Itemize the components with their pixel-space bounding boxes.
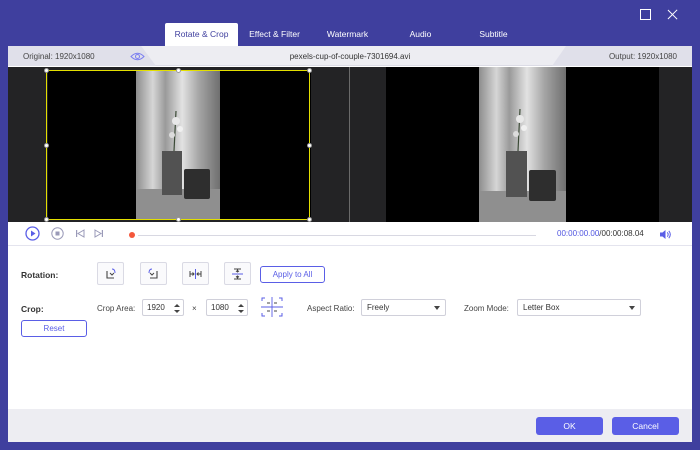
tab-audio[interactable]: Audio bbox=[384, 23, 457, 46]
crop-selection-box[interactable] bbox=[44, 68, 312, 222]
crop-label: Crop: bbox=[21, 304, 44, 314]
flip-horizontal-button[interactable] bbox=[182, 262, 209, 285]
volume-icon[interactable] bbox=[659, 229, 672, 240]
next-frame-icon[interactable] bbox=[94, 229, 104, 238]
rotate-left-icon bbox=[106, 268, 116, 279]
crop-width-value: 1920 bbox=[147, 303, 165, 312]
chevron-down-icon bbox=[629, 306, 635, 310]
tab-subtitle[interactable]: Subtitle bbox=[457, 23, 530, 46]
output-preview bbox=[386, 67, 659, 222]
crop-handle-top[interactable] bbox=[176, 68, 181, 73]
zoom-mode-value: Letter Box bbox=[523, 303, 560, 312]
video-preview-area bbox=[8, 67, 692, 222]
rotation-label: Rotation: bbox=[21, 270, 59, 280]
aspect-ratio-select[interactable]: Freely bbox=[361, 299, 446, 316]
stop-icon[interactable] bbox=[51, 227, 64, 240]
maximize-icon[interactable] bbox=[640, 9, 651, 20]
times-symbol: × bbox=[192, 304, 197, 313]
crop-handle-left[interactable] bbox=[44, 143, 49, 148]
crop-handle-top-left[interactable] bbox=[44, 68, 49, 73]
apply-to-all-button[interactable]: Apply to All bbox=[260, 266, 325, 283]
rotate-left-button[interactable] bbox=[97, 262, 124, 285]
flip-vertical-button[interactable] bbox=[224, 262, 251, 285]
file-name: pexels-cup-of-couple-7301694.avi bbox=[289, 52, 411, 61]
output-resolution: Output: 1920x1080 bbox=[608, 52, 677, 61]
tab-rotate-crop[interactable]: Rotate & Crop bbox=[165, 23, 238, 46]
reset-button[interactable]: Reset bbox=[21, 320, 87, 337]
playback-controls: 00:00:00.00/00:00:08.04 bbox=[8, 222, 692, 246]
progress-handle[interactable] bbox=[129, 232, 135, 238]
dialog-footer: OK Cancel bbox=[8, 409, 692, 442]
aspect-ratio-value: Freely bbox=[367, 303, 390, 312]
preview-header: Original: 1920x1080 pexels-cup-of-couple… bbox=[8, 46, 692, 66]
center-crop-icon[interactable] bbox=[260, 296, 284, 318]
crop-height-input[interactable]: 1080 bbox=[206, 299, 248, 316]
preview-divider bbox=[349, 67, 350, 222]
tab-watermark[interactable]: Watermark bbox=[311, 23, 384, 46]
progress-bar[interactable] bbox=[138, 234, 536, 236]
time-display: 00:00:00.00/00:00:08.04 bbox=[557, 229, 644, 238]
ok-button[interactable]: OK bbox=[536, 417, 603, 435]
total-time: /00:00:08.04 bbox=[599, 229, 644, 238]
cancel-button[interactable]: Cancel bbox=[612, 417, 679, 435]
aspect-ratio-label: Aspect Ratio: bbox=[307, 304, 355, 313]
spinner-icon[interactable] bbox=[173, 302, 181, 315]
flip-vertical-icon bbox=[232, 268, 243, 279]
crop-area-label: Crop Area: bbox=[97, 304, 136, 313]
video-frame-image bbox=[479, 67, 566, 222]
current-time: 00:00:00.00 bbox=[557, 229, 600, 238]
editor-panel: Original: 1920x1080 pexels-cup-of-couple… bbox=[8, 46, 692, 409]
crop-width-input[interactable]: 1920 bbox=[142, 299, 184, 316]
flip-horizontal-icon bbox=[189, 268, 202, 279]
previous-frame-icon[interactable] bbox=[75, 229, 85, 238]
rotate-right-icon bbox=[148, 268, 158, 279]
crop-handle-top-right[interactable] bbox=[307, 68, 312, 73]
title-bar: Rotate & Crop Effect & Filter Watermark … bbox=[0, 0, 700, 46]
close-icon[interactable] bbox=[667, 9, 678, 20]
tab-effect-filter[interactable]: Effect & Filter bbox=[238, 23, 311, 46]
chevron-down-icon bbox=[434, 306, 440, 310]
rotate-right-button[interactable] bbox=[140, 262, 167, 285]
spinner-icon[interactable] bbox=[237, 302, 245, 315]
crop-height-value: 1080 bbox=[211, 303, 229, 312]
tab-bar: Rotate & Crop Effect & Filter Watermark … bbox=[165, 23, 530, 46]
zoom-mode-label: Zoom Mode: bbox=[464, 304, 509, 313]
crop-handle-right[interactable] bbox=[307, 143, 312, 148]
play-icon[interactable] bbox=[25, 226, 40, 241]
zoom-mode-select[interactable]: Letter Box bbox=[517, 299, 641, 316]
